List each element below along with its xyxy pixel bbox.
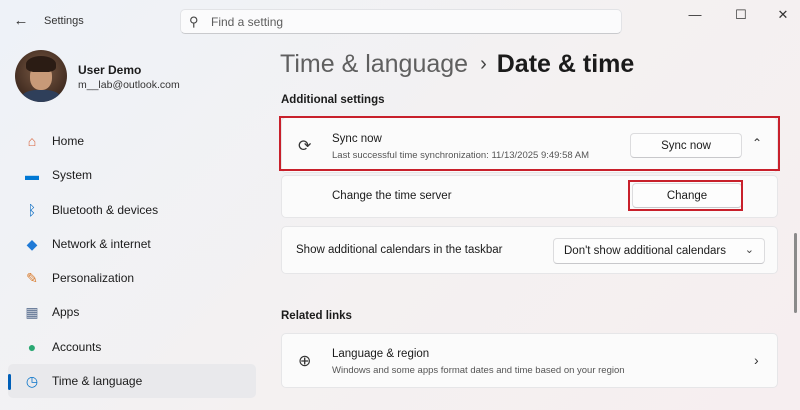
sidebar-item-system[interactable]: ▬ System [8, 158, 256, 192]
change-button[interactable]: Change [632, 183, 742, 208]
chevron-down-icon: ⌄ [744, 244, 754, 256]
section-title-additional-settings: Additional settings [281, 94, 385, 106]
sidebar-item-personalization[interactable]: ✎ Personalization [8, 261, 256, 295]
sidebar-item-label: Apps [52, 305, 80, 320]
breadcrumb-parent[interactable]: Time & language [280, 50, 468, 78]
scrollbar[interactable] [794, 233, 797, 313]
time-server-title: Change the time server [332, 190, 452, 202]
home-icon: ⌂ [27, 133, 37, 149]
breadcrumb: Time & language › Date & time [280, 50, 634, 84]
back-arrow-icon[interactable]: ← [10, 11, 32, 31]
sidebar-item-label: Accounts [52, 339, 102, 354]
search-input[interactable] [211, 14, 611, 30]
sync-status-text: Last successful time synchronization: 11… [332, 150, 590, 161]
sync-now-card: ⟳ Sync now Last successful time synchron… [281, 117, 778, 173]
minimize-icon[interactable]: — [680, 6, 710, 24]
active-indicator [8, 374, 11, 391]
language-region-link[interactable]: ⊕ Language & region Windows and some app… [281, 333, 778, 388]
sync-now-title: Sync now [332, 133, 382, 145]
breadcrumb-separator-icon: › [480, 53, 487, 75]
page-title: Date & time [496, 50, 635, 78]
system-icon: ▬ [25, 167, 39, 184]
sidebar-item-network[interactable]: ◆ Network & internet [8, 227, 256, 261]
sidebar-item-apps[interactable]: ▦ Apps [8, 295, 256, 329]
settings-window: ← Settings ⚲ — ☐ ✕ User Demo m__lab@outl… [0, 0, 800, 410]
apps-icon: ▦ [25, 304, 39, 321]
user-name: User Demo [78, 63, 142, 77]
search-box[interactable]: ⚲ [180, 9, 622, 34]
sidebar-item-label: Personalization [52, 271, 135, 286]
user-email: m__lab@outlook.com [78, 79, 180, 91]
avatar[interactable] [15, 50, 67, 102]
sidebar-item-label: Bluetooth & devices [52, 202, 159, 217]
language-region-title: Language & region [332, 348, 430, 360]
avatar-hair [26, 56, 56, 72]
sidebar-item-home[interactable]: ⌂ Home [8, 124, 256, 158]
chevron-up-icon[interactable]: ⌃ [752, 136, 762, 150]
sync-now-button[interactable]: Sync now [630, 133, 742, 158]
avatar-shirt [21, 90, 61, 102]
brush-icon: ✎ [26, 270, 38, 287]
sidebar-item-bluetooth[interactable]: ᛒ Bluetooth & devices [8, 193, 256, 227]
sidebar-nav: ⌂ Home ▬ System ᛒ Bluetooth & devices ◆ … [8, 124, 256, 399]
globe-language-icon: ⊕ [298, 353, 312, 370]
section-title-related-links: Related links [281, 310, 352, 322]
sidebar-item-label: System [52, 168, 93, 183]
sidebar-item-label: Network & internet [52, 236, 151, 251]
app-title: Settings [44, 15, 84, 27]
wifi-icon: ◆ [26, 235, 38, 252]
sync-clock-icon: ⟳ [298, 138, 312, 155]
language-region-subtitle: Windows and some apps format dates and t… [332, 365, 625, 376]
bluetooth-icon: ᛒ [27, 201, 37, 218]
sidebar-item-accounts[interactable]: ● Accounts [8, 330, 256, 364]
calendars-dropdown-value: Don't show additional calendars [564, 245, 727, 257]
search-icon: ⚲ [189, 14, 199, 29]
sidebar-item-label: Home [52, 134, 85, 148]
chevron-right-icon: › [754, 352, 759, 368]
calendars-dropdown[interactable]: Don't show additional calendars ⌄ [553, 238, 765, 264]
sidebar-item-label: Time & language [52, 374, 143, 389]
sidebar-item-time-language[interactable]: ◷ Time & language [8, 364, 256, 399]
title-bar: ← Settings ⚲ — ☐ ✕ [0, 0, 800, 42]
time-language-icon: ◷ [25, 373, 39, 390]
time-server-card: Change the time server Change [281, 175, 778, 218]
calendars-title: Show additional calendars in the taskbar [296, 244, 503, 256]
accounts-icon: ● [27, 338, 37, 355]
maximize-icon[interactable]: ☐ [726, 6, 756, 24]
calendars-card: Show additional calendars in the taskbar… [281, 226, 778, 274]
close-icon[interactable]: ✕ [768, 6, 798, 24]
